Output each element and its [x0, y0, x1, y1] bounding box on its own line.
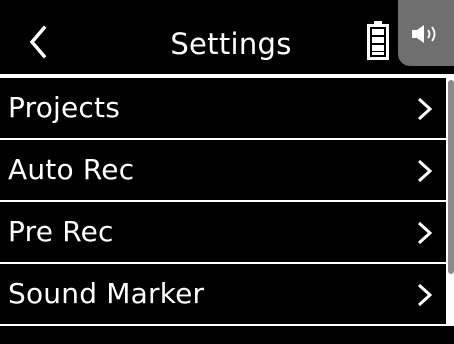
chevron-right-icon [417, 283, 433, 307]
battery-icon [366, 20, 390, 60]
page-title: Settings [170, 27, 292, 61]
list-item-label: Sound Marker [8, 277, 205, 310]
settings-screen: Settings Projects Auto Rec Pre Rec Sound… [0, 0, 454, 344]
scrollbar[interactable] [448, 80, 454, 274]
list-item-label: Pre Rec [8, 215, 114, 248]
header-bar: Settings [0, 0, 454, 74]
speaker-icon [412, 25, 436, 43]
list-item-label: Projects [8, 91, 120, 124]
chevron-left-icon [29, 25, 47, 59]
list-item-sound-marker[interactable]: Sound Marker [0, 264, 446, 324]
settings-list: Projects Auto Rec Pre Rec Sound Marker [0, 78, 446, 326]
list-item-auto-rec[interactable]: Auto Rec [0, 140, 446, 200]
chevron-right-icon [417, 159, 433, 183]
back-button[interactable] [20, 18, 60, 66]
chevron-right-icon [417, 221, 433, 245]
list-item-pre-rec[interactable]: Pre Rec [0, 202, 446, 262]
list-item-label: Auto Rec [8, 153, 135, 186]
next-list-item-partial [0, 326, 454, 344]
speaker-button[interactable] [398, 0, 454, 66]
list-item-projects[interactable]: Projects [0, 78, 446, 138]
chevron-right-icon [417, 97, 433, 121]
